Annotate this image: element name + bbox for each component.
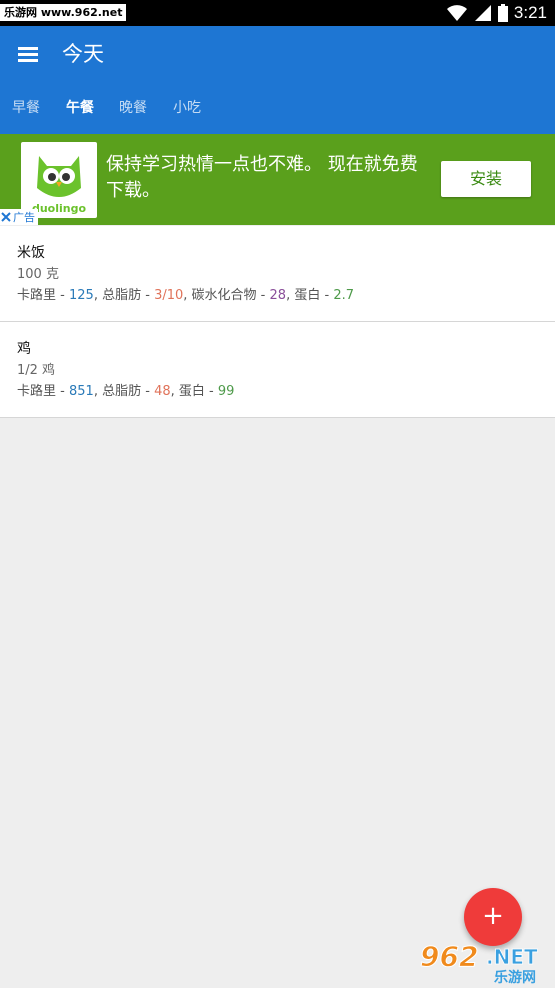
- list-item[interactable]: 鸡 1/2 鸡 卡路里 - 851, 总脂肪 - 48, 蛋白 - 99: [0, 322, 555, 418]
- nutrient-line: 卡路里 - 125, 总脂肪 - 3/10, 碳水化合物 - 28, 蛋白 - …: [17, 288, 354, 303]
- owl-icon: duolingo: [32, 156, 87, 215]
- watermark-top: 乐游网 www.962.net: [0, 4, 127, 21]
- nutrient-value: 125: [68, 288, 94, 303]
- list-item[interactable]: 米饭 100 克 卡路里 - 125, 总脂肪 - 3/10, 碳水化合物 - …: [0, 226, 555, 322]
- app-bar: 今天 早餐 午餐 晚餐 小吃: [0, 26, 555, 134]
- food-name: 米饭: [17, 245, 45, 261]
- clock: 3:21: [513, 3, 547, 22]
- install-button[interactable]: 安装: [441, 161, 531, 197]
- nutrient-line: 卡路里 - 851, 总脂肪 - 48, 蛋白 - 99: [17, 384, 235, 399]
- nutrient-value: 3/10: [154, 288, 184, 303]
- watermark-suffix: .NET: [486, 945, 538, 969]
- ad-choices-badge[interactable]: 广告: [0, 209, 38, 225]
- status-bar: 乐游网 www.962.net 3:21: [0, 0, 555, 26]
- wifi-icon: [446, 5, 467, 21]
- nutrient-label: 蛋白: [178, 384, 205, 399]
- status-icons: 3:21: [446, 2, 547, 24]
- ad-text: 保持学习热情一点也不难。 现在就免费下载。: [106, 154, 418, 201]
- page-title: 今天: [62, 42, 104, 66]
- nutrient-value: 851: [68, 384, 94, 399]
- nutrient-label: 总脂肪: [102, 288, 142, 303]
- food-list: 米饭 100 克 卡路里 - 125, 总脂肪 - 3/10, 碳水化合物 - …: [0, 226, 555, 418]
- nutrient-value: 2.7: [333, 288, 354, 303]
- ad-banner[interactable]: duolingo 保持学习热情一点也不难。 现在就免费下载。 安装: [0, 134, 555, 225]
- food-quantity: 100 克: [17, 267, 59, 282]
- tab-lunch[interactable]: 午餐: [66, 94, 94, 122]
- watermark-bottom: 962 .NET 乐游网: [420, 940, 539, 985]
- nutrient-label: 碳水化合物: [191, 288, 257, 303]
- nutrient-label: 总脂肪: [102, 384, 142, 399]
- nutrient-label: 卡路里: [17, 384, 57, 399]
- battery-icon: [497, 4, 508, 22]
- menu-icon[interactable]: [16, 42, 42, 68]
- tab-snacks[interactable]: 小吃: [173, 94, 201, 122]
- watermark-brand: 962: [420, 940, 478, 973]
- tab-breakfast[interactable]: 早餐: [12, 94, 40, 122]
- food-name: 鸡: [17, 341, 31, 357]
- ad-logo-text: duolingo: [32, 202, 87, 215]
- tab-dinner[interactable]: 晚餐: [119, 94, 147, 122]
- nutrient-value: 48: [154, 384, 171, 399]
- watermark-sub: 乐游网: [494, 969, 536, 984]
- close-x-icon: [1, 212, 11, 222]
- signal-icon: [474, 5, 491, 21]
- nutrient-label: 卡路里: [17, 288, 57, 303]
- nutrient-value: 99: [217, 384, 235, 399]
- ad-badge-label: 广告: [13, 211, 35, 224]
- food-quantity: 1/2 鸡: [17, 363, 56, 378]
- nutrient-label: 蛋白: [294, 288, 321, 303]
- duolingo-logo: duolingo: [21, 142, 97, 218]
- nutrient-value: 28: [269, 288, 287, 303]
